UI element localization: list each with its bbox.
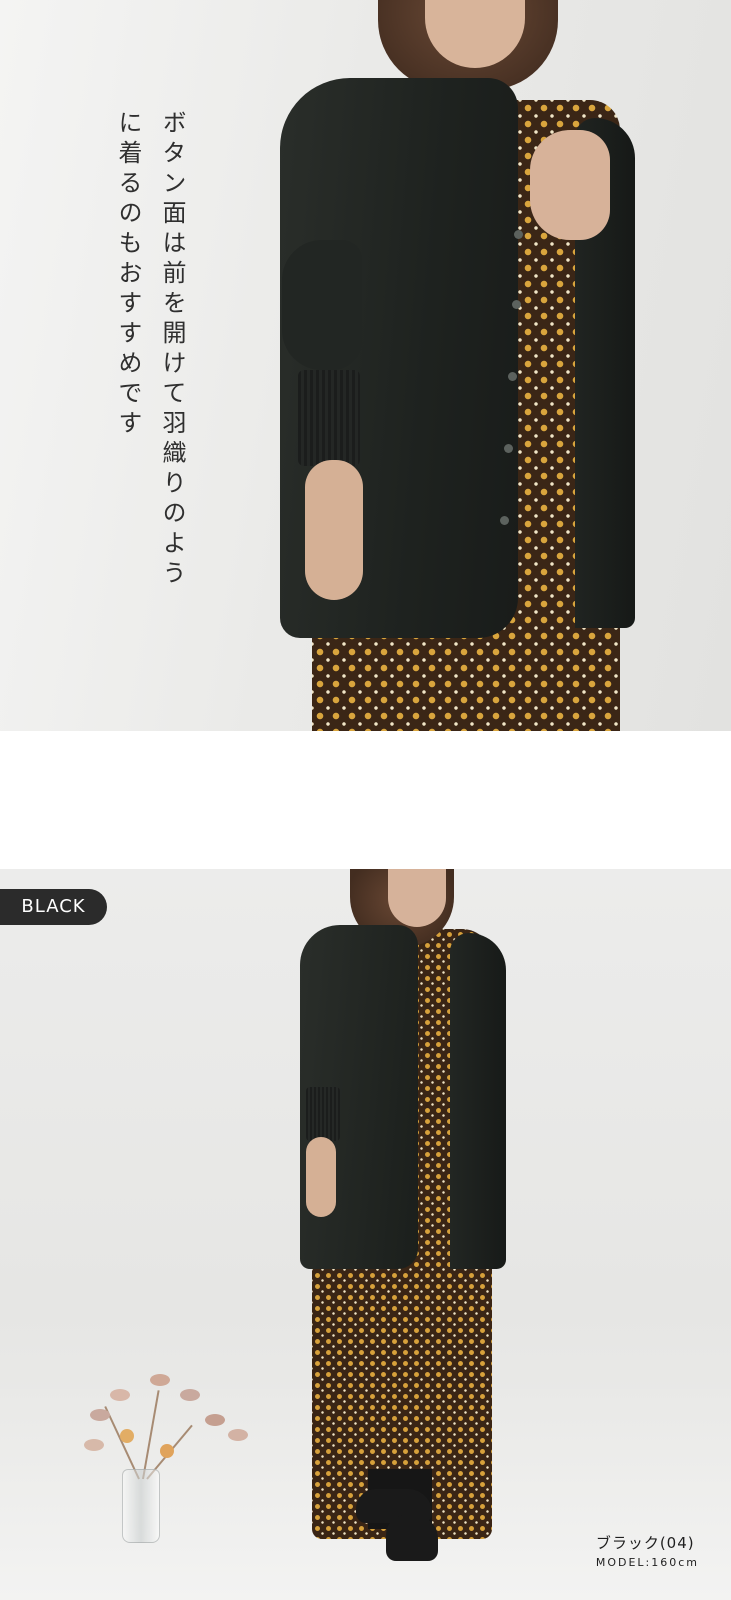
color-name: ブラック(04) <box>595 1534 695 1552</box>
leather-shoe <box>386 1515 438 1561</box>
jacket-sleeve <box>282 240 362 370</box>
model-face <box>388 869 446 927</box>
dried-leaf <box>90 1409 110 1421</box>
dried-leaf <box>150 1374 170 1386</box>
glass-vase <box>122 1469 160 1543</box>
model-hand-right <box>530 130 610 240</box>
dried-leaf <box>228 1429 248 1441</box>
jacket-button <box>512 300 521 309</box>
knit-cuff <box>298 370 360 466</box>
color-tag: BLACK <box>0 889 107 925</box>
knit-cuff <box>306 1087 340 1141</box>
dried-flower <box>120 1429 134 1443</box>
dried-leaf <box>180 1389 200 1401</box>
jacket-button <box>504 444 513 453</box>
styling-photo-top: ボタン面は前を開けて羽織りのように着るのもおすすめです <box>0 0 731 731</box>
dried-leaf <box>84 1439 104 1451</box>
jacket-right-panel <box>450 933 506 1269</box>
dried-flower <box>160 1444 174 1458</box>
model-info: ブラック(04) MODEL:160cm <box>596 1532 699 1572</box>
dried-leaf <box>110 1389 130 1401</box>
jacket-button <box>500 516 509 525</box>
dried-leaf <box>205 1414 225 1426</box>
model-hand-left <box>305 460 363 600</box>
model-height: MODEL:160cm <box>595 1556 699 1569</box>
vertical-caption: ボタン面は前を開けて羽織りのように着るのもおすすめです <box>114 110 186 590</box>
full-body-photo: BLACK ブラック(04) MODEL:160cm <box>0 869 731 1600</box>
jacket-button <box>514 230 523 239</box>
model-hand <box>306 1137 336 1217</box>
jacket-button <box>508 372 517 381</box>
